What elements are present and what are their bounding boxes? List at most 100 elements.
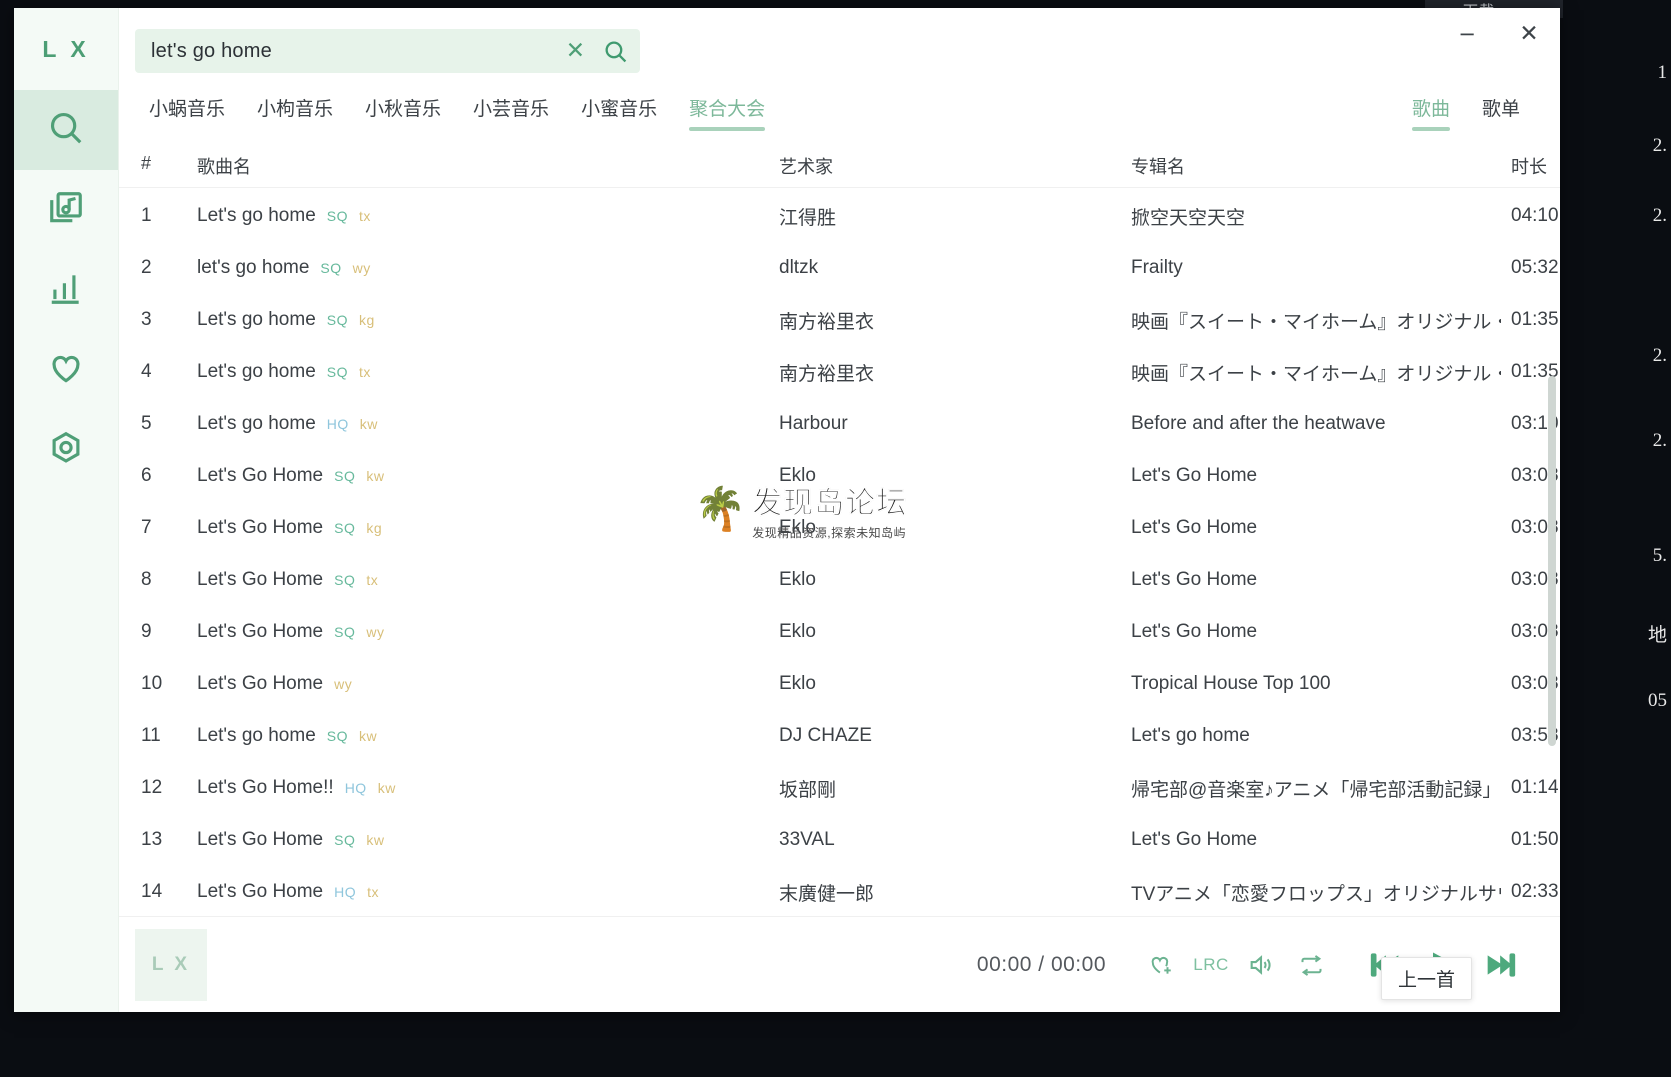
tab-songs[interactable]: 歌曲 (1396, 90, 1466, 131)
song-name-cell[interactable]: Let's Go Home!! HQ kw (197, 762, 742, 814)
album-cell[interactable]: 帰宅部@音楽室♪アニメ「帰宅部活動記録」 キ... (1131, 762, 1501, 814)
song-name-cell[interactable]: Let's go home HQ kw (197, 398, 742, 450)
heart-icon (47, 349, 85, 392)
column-header-duration[interactable]: 时长 (1511, 153, 1547, 179)
quality-badge: HQ (334, 884, 357, 900)
sidebar: L X (14, 8, 119, 1012)
scrollbar-track[interactable] (1548, 190, 1558, 916)
table-row[interactable]: 3 Let's go home SQ kg 南方裕里衣 映画『スイート・マイホーム』オリジ… (119, 294, 1560, 346)
artist-cell[interactable]: Eklo (779, 658, 1099, 710)
sidebar-item-music-library[interactable] (14, 170, 118, 250)
table-row[interactable]: 13 Let's Go Home SQ kw 33VAL Let's Go Home 01:… (119, 814, 1560, 866)
table-row[interactable]: 11 Let's go home SQ kw DJ CHAZE Let's go home… (119, 710, 1560, 762)
repeat-icon[interactable] (1286, 940, 1336, 990)
song-name-cell[interactable]: Let's Go Home SQ kw (197, 814, 742, 866)
quality-badge: SQ (334, 572, 356, 588)
next-icon[interactable] (1472, 936, 1530, 994)
table-row[interactable]: 2 let's go home SQ wy dltzk Frailty 05:32 (119, 242, 1560, 294)
sidebar-item-settings[interactable] (14, 410, 118, 490)
tab-source-3[interactable]: 小芸音乐 (457, 90, 565, 131)
table-row[interactable]: 14 Let's Go Home HQ tx 末廣健一郎 TVアニメ「恋愛フロップス」オリ… (119, 866, 1560, 916)
song-name-cell[interactable]: Let's Go Home SQ wy (197, 606, 742, 658)
tab-source-1[interactable]: 小枸音乐 (241, 90, 349, 131)
album-cell[interactable]: Tropical House Top 100 (1131, 658, 1501, 710)
close-icon[interactable]: ✕ (552, 39, 599, 63)
table-row[interactable]: 4 Let's go home SQ tx 南方裕里衣 映画『スイート・マイホーム』オリジ… (119, 346, 1560, 398)
source-badge: kw (366, 468, 385, 484)
favorite-icon[interactable] (1136, 940, 1186, 990)
song-name-cell[interactable]: Let's Go Home HQ tx (197, 866, 742, 916)
table-row[interactable]: 5 Let's go home HQ kw Harbour Before and afte… (119, 398, 1560, 450)
artist-cell[interactable]: DJ CHAZE (779, 710, 1099, 762)
tab-source-0[interactable]: 小蜗音乐 (133, 90, 241, 131)
row-index: 9 (141, 621, 152, 642)
artist-cell[interactable]: 坂部剛 (779, 762, 1099, 814)
volume-icon[interactable] (1236, 940, 1286, 990)
album-cell[interactable]: TVアニメ「恋愛フロップス」オリジナルサウ... (1131, 866, 1501, 916)
song-name-cell[interactable]: Let's Go Home wy (197, 658, 742, 710)
album-cell[interactable]: 映画『スイート・マイホーム』オリジナル・サ... (1131, 346, 1501, 398)
tab-source-2[interactable]: 小秋音乐 (349, 90, 457, 131)
song-title: let's go home (197, 257, 310, 278)
song-name-cell[interactable]: Let's Go Home SQ kw (197, 450, 742, 502)
tab-source-4[interactable]: 小蜜音乐 (565, 90, 673, 131)
song-name-cell[interactable]: Let's Go Home SQ kg (197, 502, 742, 554)
album-cell[interactable]: Let's Go Home (1131, 606, 1501, 658)
search-input[interactable]: let's go home (151, 40, 552, 63)
album-cell[interactable]: 映画『スイート・マイホーム』オリジナル・サ... (1131, 294, 1501, 346)
table-row[interactable]: 1 Let's go home SQ tx 江得胜 掀空天空天空 04:10 (119, 190, 1560, 242)
artist-cell[interactable]: 末廣健一郎 (779, 866, 1099, 916)
artist-cell[interactable]: Eklo (779, 450, 1099, 502)
tab-source-5[interactable]: 聚合大会 (673, 90, 781, 131)
column-header-album[interactable]: 专辑名 (1131, 153, 1185, 179)
artist-cell[interactable]: 南方裕里衣 (779, 346, 1099, 398)
lyrics-lrc-icon[interactable]: LRC (1186, 940, 1236, 990)
window-controls: − ✕ (1436, 8, 1560, 60)
backdrop-fragment: 5. (1652, 545, 1667, 566)
album-cell[interactable]: Before and after the heatwave (1131, 398, 1501, 450)
column-header-name[interactable]: 歌曲名 (197, 153, 251, 179)
song-name-cell[interactable]: Let's go home SQ kw (197, 710, 742, 762)
artist-cell[interactable]: Eklo (779, 502, 1099, 554)
scrollbar-thumb[interactable] (1548, 376, 1556, 746)
album-cell[interactable]: Let's Go Home (1131, 502, 1501, 554)
artist-cell[interactable]: Eklo (779, 606, 1099, 658)
artist-cell[interactable]: 南方裕里衣 (779, 294, 1099, 346)
artist-cell[interactable]: dltzk (779, 242, 1099, 294)
search-field-container[interactable]: let's go home ✕ (135, 29, 640, 73)
desktop-backdrop-column: 1 2. 2. 2. 2. 5. 地 05 (1563, 0, 1671, 1077)
source-badge: wy (366, 624, 385, 640)
song-name-cell[interactable]: Let's go home SQ tx (197, 190, 742, 242)
song-name-cell[interactable]: let's go home SQ wy (197, 242, 742, 294)
artist-cell[interactable]: Eklo (779, 554, 1099, 606)
table-row[interactable]: 9 Let's Go Home SQ wy Eklo Let's Go Home 03:08 (119, 606, 1560, 658)
sidebar-item-ranking[interactable] (14, 250, 118, 330)
tab-playlists[interactable]: 歌单 (1466, 90, 1536, 131)
sidebar-item-search[interactable] (14, 90, 118, 170)
song-list[interactable]: 1 Let's go home SQ tx 江得胜 掀空天空天空 04:10 2 let's g… (119, 190, 1560, 916)
sidebar-item-favorites[interactable] (14, 330, 118, 410)
artist-cell[interactable]: 江得胜 (779, 190, 1099, 242)
song-name-cell[interactable]: Let's Go Home SQ tx (197, 554, 742, 606)
search-submit-button[interactable] (599, 39, 628, 64)
album-cell[interactable]: Frailty (1131, 242, 1501, 294)
artist-cell[interactable]: Harbour (779, 398, 1099, 450)
minimize-button[interactable]: − (1436, 8, 1498, 60)
table-row[interactable]: 7 Let's Go Home SQ kg Eklo Let's Go Home 03:08 (119, 502, 1560, 554)
song-name-cell[interactable]: Let's go home SQ tx (197, 346, 742, 398)
close-button[interactable]: ✕ (1498, 8, 1560, 60)
album-cell[interactable]: Let's Go Home (1131, 814, 1501, 866)
column-header-artist[interactable]: 艺术家 (779, 153, 833, 179)
album-cell[interactable]: Let's go home (1131, 710, 1501, 762)
search-icon (47, 109, 85, 152)
song-name-cell[interactable]: Let's go home SQ kg (197, 294, 742, 346)
artist-cell[interactable]: 33VAL (779, 814, 1099, 866)
album-cell[interactable]: 掀空天空天空 (1131, 190, 1501, 242)
quality-badge: SQ (320, 260, 342, 276)
table-row[interactable]: 10 Let's Go Home wy Eklo Tropical House Top … (119, 658, 1560, 710)
table-row[interactable]: 8 Let's Go Home SQ tx Eklo Let's Go Home 03:08 (119, 554, 1560, 606)
table-row[interactable]: 6 Let's Go Home SQ kw Eklo Let's Go Home 03:08 (119, 450, 1560, 502)
table-row[interactable]: 12 Let's Go Home!! HQ kw 坂部剛 帰宅部@音楽室♪アニメ「帰宅部活… (119, 762, 1560, 814)
album-cell[interactable]: Let's Go Home (1131, 450, 1501, 502)
album-cell[interactable]: Let's Go Home (1131, 554, 1501, 606)
